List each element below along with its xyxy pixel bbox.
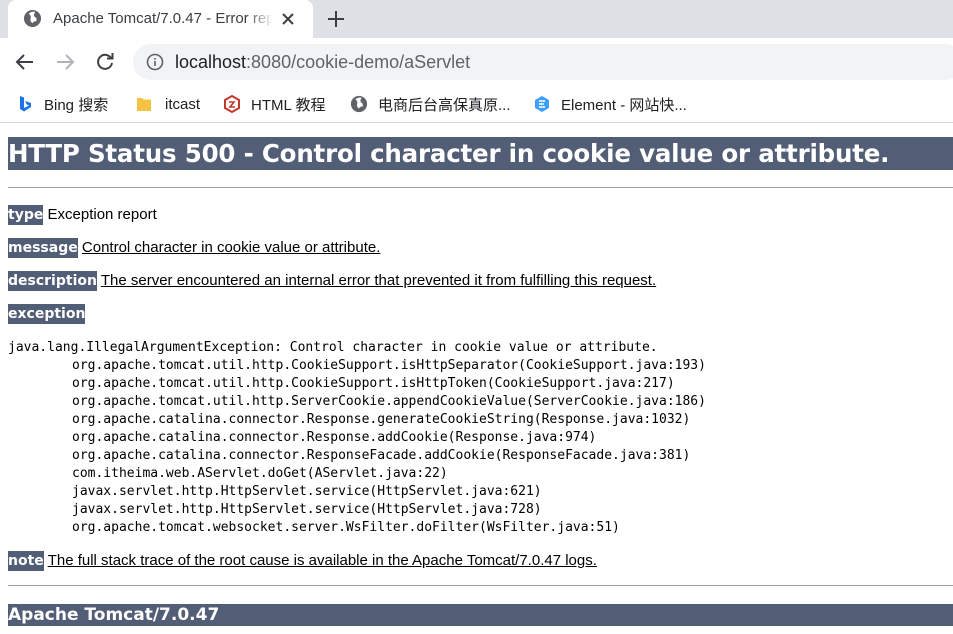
url-path: :8080/cookie-demo/aServlet [246,52,471,72]
description-row: description The server encountered an in… [8,271,656,291]
stack-line: com.itheima.web.AServlet.doGet(AServlet.… [72,466,448,481]
bookmark-html[interactable]: HTML 教程 [223,93,325,115]
exception-row: exception [8,304,86,324]
type-row: type Exception report [8,205,157,225]
exception-first-line: java.lang.IllegalArgumentException: Cont… [8,340,658,355]
page-title: HTTP Status 500 - Control character in c… [8,137,953,170]
url-host: localhost [175,52,247,72]
description-label: description [8,271,97,291]
server-footer: Apache Tomcat/7.0.47 [8,604,953,626]
reload-icon[interactable] [94,51,116,73]
stack-line: org.apache.catalina.connector.ResponseFa… [72,448,691,463]
stack-trace: java.lang.IllegalArgumentException: Cont… [8,339,706,537]
exception-label: exception [8,304,86,324]
folder-icon [137,98,151,111]
info-icon[interactable] [146,53,164,71]
bing-icon [20,96,31,112]
stack-line: javax.servlet.http.HttpServlet.service(H… [72,484,542,499]
new-tab-icon[interactable] [325,8,347,30]
tab-strip: Apache Tomcat/7.0.47 - Error report [0,0,953,38]
element-icon [535,96,549,112]
browser-toolbar: localhost:8080/cookie-demo/aServlet [0,38,953,86]
runoob-icon [224,95,240,113]
bookmark-label: 电商后台高保真原... [378,96,511,114]
bookmark-label: itcast [165,95,201,113]
stack-line: org.apache.tomcat.websocket.server.WsFil… [72,520,620,535]
bookmarks-bar: Bing 搜索 itcast HTML 教程 电商后台高保真原... Eleme… [0,86,953,123]
forward-arrow-icon[interactable] [54,51,76,73]
stack-line: javax.servlet.http.HttpServlet.service(H… [72,502,542,517]
divider [8,187,953,188]
bookmark-label: Element - 网站快... [561,96,687,114]
bookmark-label: HTML 教程 [251,96,326,114]
bookmark-prototype[interactable]: 电商后台高保真原... [350,93,511,115]
browser-tab[interactable]: Apache Tomcat/7.0.47 - Error report [8,0,313,38]
bookmark-label: Bing 搜索 [44,96,109,114]
message-value: Control character in cookie value or att… [81,239,381,256]
globe-icon [23,9,42,28]
bookmark-bing[interactable]: Bing 搜索 [16,93,108,115]
tab-title: Apache Tomcat/7.0.47 - Error report [53,10,273,27]
stack-line: org.apache.tomcat.util.http.ServerCookie… [72,394,706,409]
type-value: Exception report [47,206,157,223]
stack-line: org.apache.tomcat.util.http.CookieSuppor… [72,358,706,373]
message-row: message Control character in cookie valu… [8,238,380,258]
back-arrow-icon[interactable] [14,51,36,73]
close-icon[interactable] [280,11,296,27]
note-row: note The full stack trace of the root ca… [8,551,597,571]
address-bar[interactable]: localhost:8080/cookie-demo/aServlet [133,44,953,80]
divider [8,585,953,586]
globe-icon [350,95,368,113]
stack-line: org.apache.catalina.connector.Response.a… [72,430,597,445]
bookmark-element[interactable]: Element - 网站快... [533,93,687,115]
url-text[interactable]: localhost:8080/cookie-demo/aServlet [175,52,470,73]
description-value: The server encountered an internal error… [100,272,657,289]
stack-line: org.apache.tomcat.util.http.CookieSuppor… [72,376,675,391]
bookmark-itcast[interactable]: itcast [135,93,200,115]
message-label: message [8,238,78,258]
type-label: type [8,205,44,225]
note-value: The full stack trace of the root cause i… [47,552,597,569]
stack-line: org.apache.catalina.connector.Response.g… [72,412,691,427]
note-label: note [8,551,44,571]
